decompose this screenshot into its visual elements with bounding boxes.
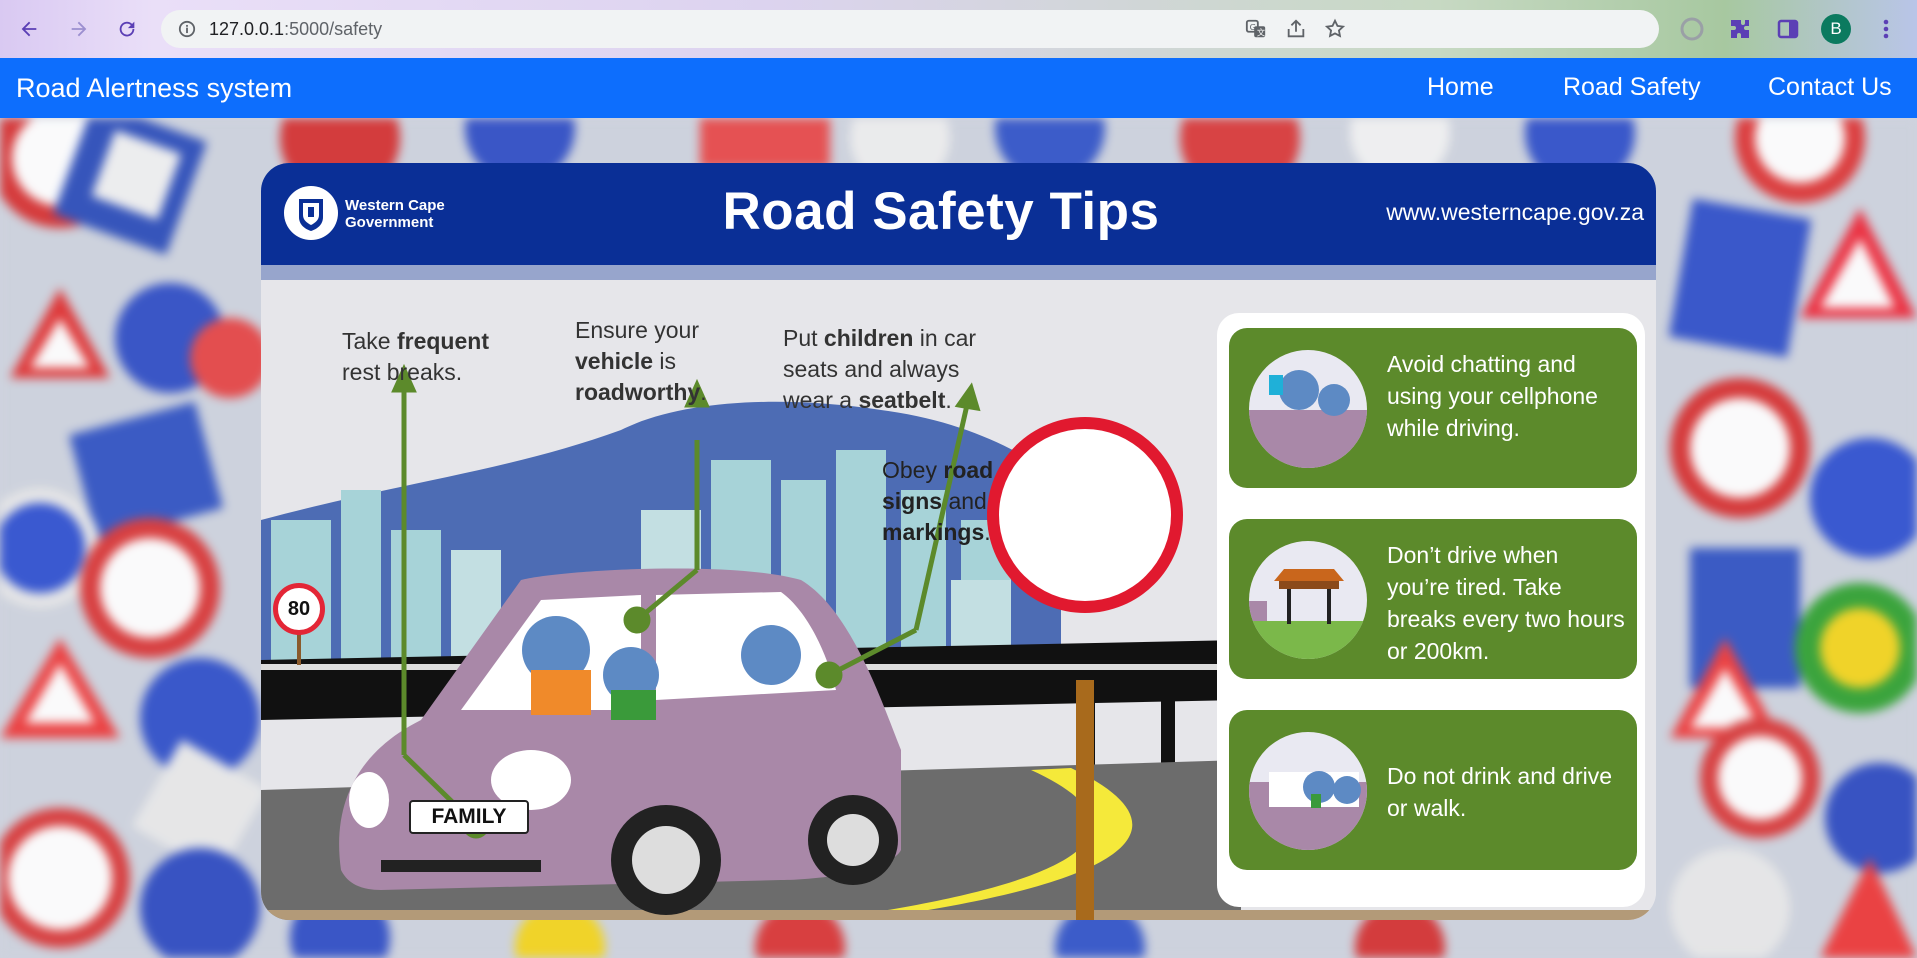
license-plate: FAMILY (409, 800, 529, 834)
bookmark-star-icon[interactable] (1324, 18, 1346, 40)
tip-card-tired: Don’t drive when you’re tired. Take brea… (1229, 519, 1637, 679)
speed-limit-sign: 80 (273, 583, 325, 635)
url-text: 127.0.0.1:5000/safety (209, 18, 383, 39)
more-menu-icon[interactable] (1872, 15, 1900, 43)
tip-rest-breaks: Take frequent rest breaks. (342, 328, 489, 385)
reload-icon[interactable] (110, 12, 144, 46)
back-icon[interactable] (12, 12, 46, 46)
side-panel-icon[interactable] (1774, 15, 1802, 43)
forward-icon[interactable] (62, 12, 96, 46)
org-name-line2: Government (345, 214, 434, 231)
rest-stop-illustration (1249, 541, 1367, 659)
org-name-line1: Western Cape (345, 197, 445, 214)
browser-toolbar: 127.0.0.1:5000/safety G文 B (0, 0, 1917, 58)
translate-icon[interactable]: G文 (1245, 18, 1267, 40)
tip-roadworthy: Ensure your vehicle is roadworthy. (575, 317, 707, 405)
road-sign-text: Obey road signs and markings. (882, 457, 994, 545)
profile-avatar[interactable]: B (1821, 14, 1851, 44)
tip-card-drink: Do not drink and drive or walk. (1229, 710, 1637, 870)
tip-card-text: Do not drink and drive or walk. (1387, 763, 1613, 821)
infographic-website: www.westerncape.gov.za (1386, 199, 1644, 225)
infographic-title: Road Safety Tips (722, 182, 1160, 241)
site-info-icon[interactable] (177, 19, 197, 39)
site-navbar: Road Alertness system Home Road Safety C… (0, 58, 1917, 118)
address-bar[interactable]: 127.0.0.1:5000/safety G文 (161, 10, 1659, 48)
extension-g-icon[interactable] (1678, 15, 1706, 43)
extensions-puzzle-icon[interactable] (1726, 15, 1754, 43)
tip-card-cellphone: Avoid chatting and using your cellphone … (1229, 328, 1637, 488)
brand-link[interactable]: Road Alertness system (16, 73, 292, 104)
road-safety-infographic: Western Cape Government Road Safety Tips… (261, 163, 1656, 920)
infographic-header: Western Cape Government Road Safety Tips… (261, 163, 1656, 265)
tip-card-text: Don’t drive when you’re tired. Take brea… (1387, 542, 1625, 664)
tips-panel: Avoid chatting and using your cellphone … (1217, 313, 1645, 907)
share-icon[interactable] (1285, 18, 1307, 40)
nav-link-road-safety[interactable]: Road Safety (1563, 73, 1701, 102)
svg-text:文: 文 (1257, 27, 1265, 37)
nav-link-contact-us[interactable]: Contact Us (1768, 73, 1892, 102)
org-name: Western Cape Government (345, 197, 465, 231)
tip-card-text: Avoid chatting and using your cellphone … (1387, 351, 1598, 441)
page-background: Western Cape Government Road Safety Tips… (0, 118, 1917, 958)
nav-link-home[interactable]: Home (1427, 73, 1494, 102)
header-stripe (261, 265, 1656, 280)
cellphone-driver-illustration (1249, 350, 1367, 468)
tip-seatbelt: Put children in car seats and always wear … (783, 325, 977, 413)
western-cape-crest-logo (284, 186, 338, 240)
drink-driver-illustration (1249, 732, 1367, 850)
